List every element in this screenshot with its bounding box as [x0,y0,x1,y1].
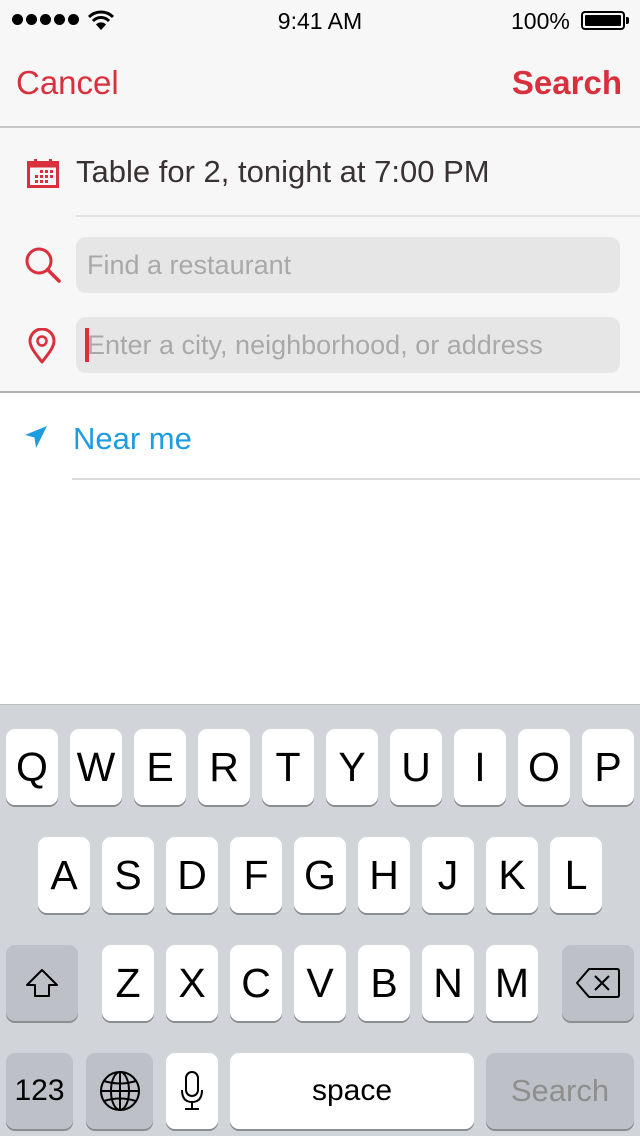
divider [76,215,640,217]
delete-key[interactable] [562,945,634,1021]
battery-tip [626,17,629,24]
key-v[interactable]: V [294,945,346,1021]
shift-icon [26,969,58,997]
key-t[interactable]: T [262,729,314,805]
key-a[interactable]: A [38,837,90,913]
keyboard-search-key[interactable]: Search [486,1053,634,1129]
near-me-label: Near me [73,421,192,456]
microphone-icon [181,1071,203,1110]
delete-icon [576,968,620,998]
key-p[interactable]: P [582,729,634,805]
key-j[interactable]: J [422,837,474,913]
reservation-row[interactable]: Table for 2, tonight at 7:00 PM [0,130,640,216]
numbers-key[interactable]: 123 [6,1053,73,1129]
location-arrow-icon [25,426,47,448]
dictation-key[interactable] [166,1053,218,1129]
key-q[interactable]: Q [6,729,58,805]
text-cursor [85,328,89,362]
calendar-icon [27,159,59,188]
key-l[interactable]: L [550,837,602,913]
key-w[interactable]: W [70,729,122,805]
search-button[interactable]: Search [512,64,622,102]
location-input[interactable] [76,317,620,373]
key-u[interactable]: U [390,729,442,805]
keyboard: Q W E R T Y U I O P A S D F G H J K L Z … [0,704,640,1136]
location-field[interactable] [76,317,620,373]
key-g[interactable]: G [294,837,346,913]
globe-icon [99,1071,140,1111]
near-me-suggestion[interactable]: Near me [0,395,640,480]
key-n[interactable]: N [422,945,474,1021]
battery-icon [581,11,625,30]
key-e[interactable]: E [134,729,186,805]
key-i[interactable]: I [454,729,506,805]
key-r[interactable]: R [198,729,250,805]
status-bar: 9:41 AM 100% [0,0,640,40]
cancel-button[interactable]: Cancel [16,64,119,102]
key-m[interactable]: M [486,945,538,1021]
reservation-summary: Table for 2, tonight at 7:00 PM [76,154,490,189]
globe-key[interactable] [86,1053,153,1129]
space-key[interactable]: space [230,1053,474,1129]
key-c[interactable]: C [230,945,282,1021]
key-f[interactable]: F [230,837,282,913]
key-o[interactable]: O [518,729,570,805]
key-k[interactable]: K [486,837,538,913]
location-pin-icon [28,328,56,364]
key-b[interactable]: B [358,945,410,1021]
key-y[interactable]: Y [326,729,378,805]
key-x[interactable]: X [166,945,218,1021]
search-form-panel: 9:41 AM 100% Cancel Search Table for 2, … [0,0,640,393]
key-z[interactable]: Z [102,945,154,1021]
navigation-bar: Cancel Search [0,40,640,128]
key-d[interactable]: D [166,837,218,913]
restaurant-search-input[interactable] [76,237,620,293]
battery-percent: 100% [511,8,570,34]
divider [72,478,640,480]
search-icon [25,247,61,283]
key-h[interactable]: H [358,837,410,913]
key-s[interactable]: S [102,837,154,913]
shift-key[interactable] [6,945,78,1021]
restaurant-search-field[interactable] [76,237,620,293]
